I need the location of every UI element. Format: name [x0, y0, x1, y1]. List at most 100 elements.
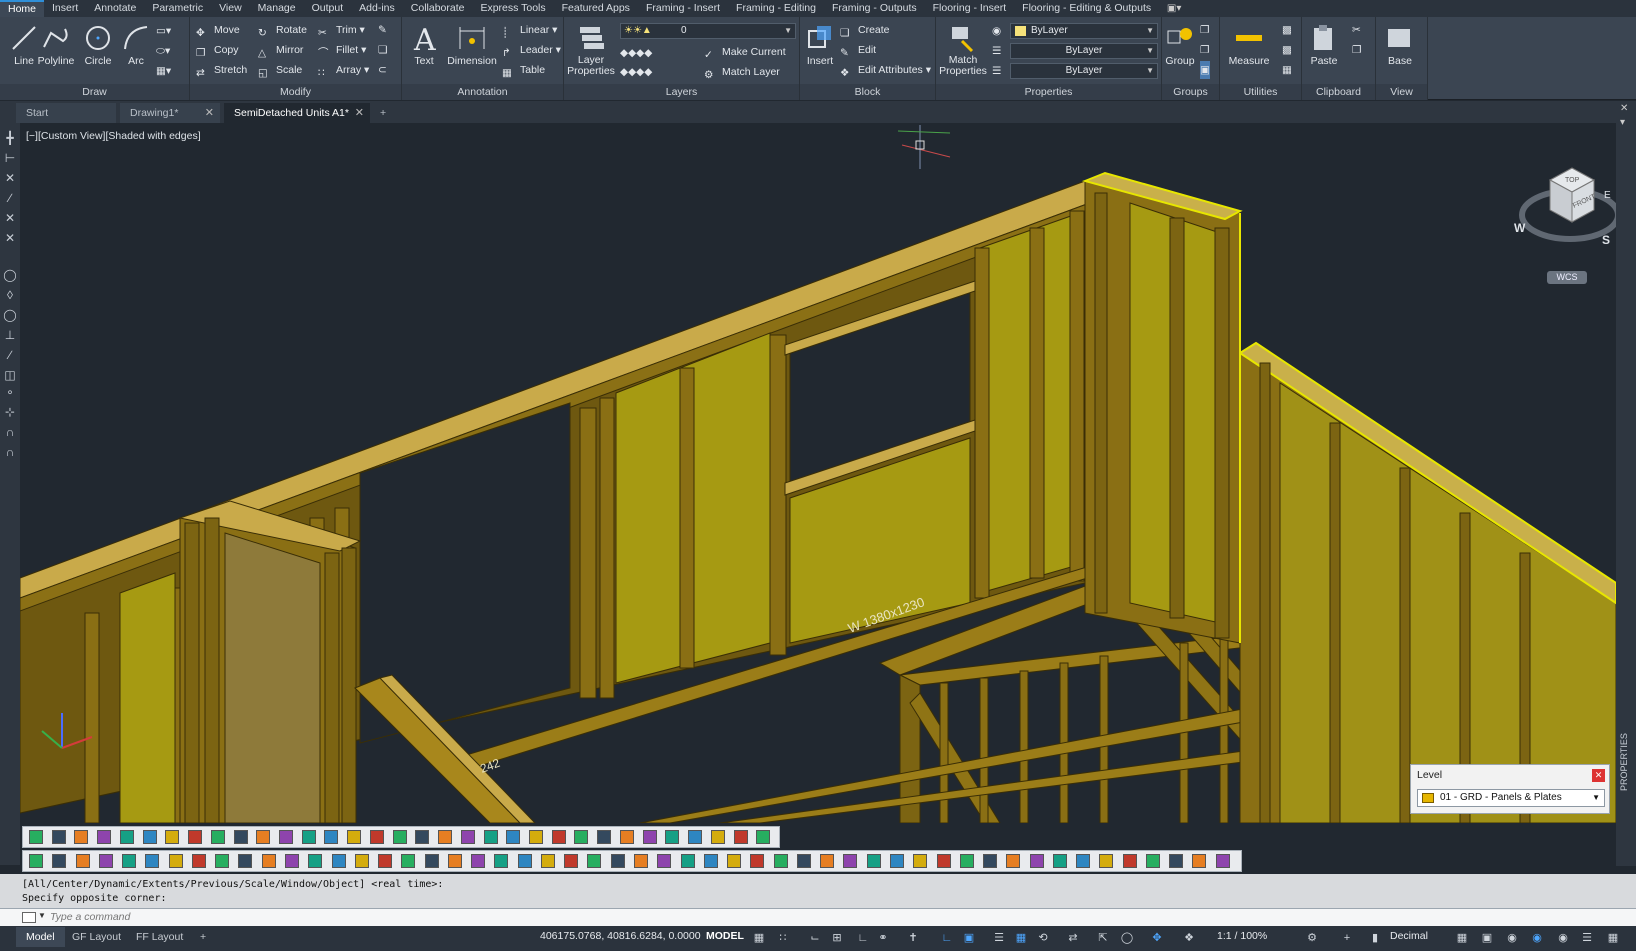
framing-tool-icon[interactable] — [188, 830, 203, 844]
dimension-button[interactable]: Dimension — [444, 19, 500, 81]
cut-icon[interactable]: ✂ — [1352, 21, 1361, 39]
framing-tool-icon[interactable] — [210, 830, 225, 844]
snap-node-icon[interactable]: ∘ — [3, 385, 17, 399]
framing-tool-icon[interactable] — [279, 830, 293, 844]
framing-tool-icon[interactable] — [324, 830, 339, 844]
units-icon[interactable]: ▮ — [1368, 931, 1382, 945]
framing-tool-icon[interactable] — [1215, 854, 1230, 868]
framing-tool-icon[interactable] — [1169, 854, 1184, 868]
lineweight-toggle-icon[interactable]: ☰ — [992, 931, 1006, 945]
edit-block-button[interactable]: ✎ Edit — [840, 41, 876, 59]
layer-tools-row2[interactable]: ◆◆◆◆ — [620, 63, 652, 81]
calculator-icon[interactable]: ▦ — [1282, 61, 1292, 79]
annotation-visibility-icon[interactable]: ❖ — [1182, 931, 1196, 945]
framing-tool-icon[interactable] — [215, 854, 230, 868]
framing-tool-icon[interactable] — [142, 830, 157, 844]
scale-button[interactable]: ◱ Scale — [258, 61, 302, 79]
block-panel-title[interactable]: Block — [800, 84, 935, 100]
framing-tool-icon[interactable] — [191, 854, 206, 868]
framing-toolbar-1[interactable] — [22, 826, 780, 848]
object-snap-tracking-icon[interactable]: ∟ — [940, 931, 954, 945]
selection-filter-icon[interactable]: ◯ — [1120, 931, 1134, 945]
framing-tool-icon[interactable] — [680, 854, 695, 868]
framing-tool-icon[interactable] — [168, 854, 183, 868]
annotation-panel-title[interactable]: Annotation — [402, 84, 563, 100]
mirror-button[interactable]: △ Mirror — [258, 41, 303, 59]
framing-tool-icon[interactable] — [796, 854, 811, 868]
ellipse-icon[interactable]: ⬭▾ — [156, 42, 170, 60]
compass-w[interactable]: W — [1514, 221, 1526, 235]
snap-none-icon[interactable]: ∩ — [3, 425, 17, 439]
level-dropdown[interactable]: 01 - GRD - Panels & Plates ▼ — [1417, 789, 1605, 807]
paste-button[interactable]: Paste — [1306, 19, 1342, 81]
tab-insert[interactable]: Insert — [44, 0, 86, 17]
framing-tool-icon[interactable] — [1099, 854, 1114, 868]
command-icon[interactable] — [22, 912, 36, 923]
snap-quadrant-icon[interactable]: ◊ — [3, 288, 17, 302]
model-space-toggle[interactable]: MODEL — [706, 930, 744, 942]
doc-tab-drawing1[interactable]: Drawing1* ✕ — [120, 103, 220, 123]
snap-perpendicular-icon[interactable]: ✕ — [3, 231, 17, 245]
close-icon[interactable]: ✕ — [355, 103, 364, 123]
snap-apparent-icon[interactable]: ∕ — [3, 191, 17, 205]
framing-tool-icon[interactable] — [564, 854, 579, 868]
rectangle-icon[interactable]: ▭▾ — [156, 22, 171, 40]
framing-tool-icon[interactable] — [238, 854, 253, 868]
framing-tool-icon[interactable] — [29, 830, 43, 844]
framing-tool-icon[interactable] — [517, 854, 532, 868]
framing-tool-icon[interactable] — [642, 830, 657, 844]
framing-tool-icon[interactable] — [506, 830, 521, 844]
framing-tool-icon[interactable] — [529, 830, 543, 844]
copy-button[interactable]: ❐ Copy — [196, 41, 239, 59]
framing-tool-icon[interactable] — [354, 854, 369, 868]
group-select-icon[interactable]: ▣ — [1200, 61, 1210, 79]
color-wheel-icon[interactable]: ◉ — [992, 22, 1001, 40]
framing-tool-icon[interactable] — [610, 854, 625, 868]
tab-collaborate[interactable]: Collaborate — [403, 0, 473, 17]
framing-tool-icon[interactable] — [983, 854, 998, 868]
framing-tool-icon[interactable] — [1076, 854, 1091, 868]
coordinate-readout[interactable]: 406175.0768, 40816.6284, 0.0000 — [540, 930, 701, 942]
arc-button[interactable]: Arc — [114, 19, 158, 81]
framing-tool-icon[interactable] — [665, 830, 680, 844]
draw-panel-title[interactable]: Draw — [0, 84, 189, 100]
color-dropdown[interactable]: ByLayer ▼ — [1010, 23, 1158, 39]
array-button[interactable]: ∷ Array ▾ — [318, 61, 369, 79]
linetype-icon[interactable]: ☰ — [992, 42, 1001, 60]
framing-tool-icon[interactable] — [331, 854, 346, 868]
group-edit-icon[interactable]: ❐ — [1200, 41, 1209, 59]
ortho-icon[interactable]: ∟ — [856, 931, 870, 945]
tab-flooring-editing-outputs[interactable]: Flooring - Editing & Outputs — [1014, 0, 1159, 17]
framing-tool-icon[interactable] — [773, 854, 788, 868]
tab-home[interactable]: Home — [0, 0, 45, 17]
hardware-acceleration-icon[interactable]: ▦ — [1606, 931, 1620, 945]
framing-tool-icon[interactable] — [1052, 854, 1067, 868]
framing-tool-icon[interactable] — [74, 830, 89, 844]
create-block-button[interactable]: ❏ Create — [840, 21, 890, 39]
framing-tool-icon[interactable] — [1122, 854, 1137, 868]
move-button[interactable]: ✥ Move — [196, 21, 240, 39]
compass-s[interactable]: S — [1602, 233, 1610, 247]
framing-tool-icon[interactable] — [301, 830, 316, 844]
view-panel-title[interactable]: View — [1376, 84, 1427, 100]
doc-tab-start[interactable]: Start — [16, 103, 116, 123]
framing-tool-icon[interactable] — [98, 854, 113, 868]
tab-parametric[interactable]: Parametric — [144, 0, 211, 17]
offset-icon[interactable]: ⊂ — [378, 61, 387, 79]
framing-tool-icon[interactable] — [119, 830, 134, 844]
clean-screen-icon[interactable]: ◉ — [1556, 931, 1570, 945]
lock-ui-icon[interactable]: ▣ — [1480, 931, 1494, 945]
customization-icon[interactable]: ☰ — [1580, 931, 1594, 945]
compass-e[interactable]: E — [1604, 190, 1611, 201]
tab-framing-outputs[interactable]: Framing - Outputs — [824, 0, 925, 17]
layer-properties-button[interactable]: Layer Properties — [566, 19, 616, 81]
plus-icon[interactable]: + — [1340, 931, 1354, 945]
lineweight-dropdown[interactable]: ByLayer ▼ — [1010, 63, 1158, 79]
framing-tool-icon[interactable] — [29, 854, 43, 868]
stretch-button[interactable]: ⇄ Stretch — [196, 61, 247, 79]
snap-parallel-icon[interactable]: ∕ — [3, 348, 17, 362]
tab-framing-insert[interactable]: Framing - Insert — [638, 0, 728, 17]
hatch-icon[interactable]: ▦▾ — [156, 62, 171, 80]
framing-tool-icon[interactable] — [447, 854, 462, 868]
linetype-dropdown[interactable]: ByLayer ▼ — [1010, 43, 1158, 59]
